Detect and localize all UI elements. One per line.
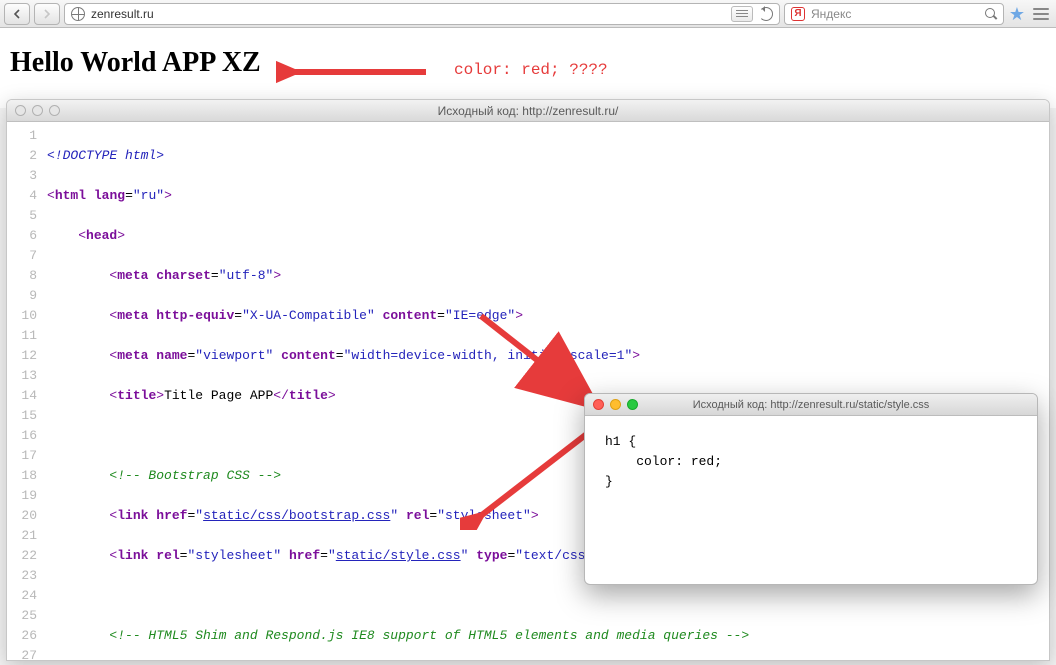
line-number: 7	[7, 246, 37, 266]
line-number: 6	[7, 226, 37, 246]
line-number: 4	[7, 186, 37, 206]
line-number: 10	[7, 306, 37, 326]
bookmark-star-icon[interactable]: ★	[1008, 5, 1026, 23]
line-number: 15	[7, 406, 37, 426]
zoom-icon[interactable]	[49, 105, 60, 116]
line-number: 14	[7, 386, 37, 406]
line-number: 1	[7, 126, 37, 146]
css-source-body: h1 { color: red; }	[585, 416, 1037, 508]
yandex-icon: Я	[791, 7, 805, 21]
css-source-titlebar[interactable]: Исходный код: http://zenresult.ru/static…	[585, 394, 1037, 416]
close-icon[interactable]	[15, 105, 26, 116]
line-number: 26	[7, 626, 37, 646]
line-number: 27	[7, 646, 37, 660]
reload-icon[interactable]	[759, 7, 773, 21]
css-source-window: Исходный код: http://zenresult.ru/static…	[584, 393, 1038, 585]
line-number: 3	[7, 166, 37, 186]
window-controls[interactable]	[585, 399, 638, 410]
address-bar[interactable]: zenresult.ru	[64, 3, 780, 25]
address-text: zenresult.ru	[91, 7, 725, 21]
line-number: 18	[7, 466, 37, 486]
line-gutter: 1234567891011121314151617181920212223242…	[7, 122, 47, 660]
css-source-title: Исходный код: http://zenresult.ru/static…	[585, 399, 1037, 411]
search-bar[interactable]: Я Яндекс	[784, 3, 1004, 25]
view-source-titlebar[interactable]: Исходный код: http://zenresult.ru/	[7, 100, 1049, 122]
line-number: 12	[7, 346, 37, 366]
line-number: 9	[7, 286, 37, 306]
line-number: 16	[7, 426, 37, 446]
minimize-icon[interactable]	[610, 399, 621, 410]
line-number: 5	[7, 206, 37, 226]
line-number: 20	[7, 506, 37, 526]
line-number: 19	[7, 486, 37, 506]
search-icon	[985, 8, 997, 20]
back-button[interactable]	[4, 3, 30, 25]
line-number: 21	[7, 526, 37, 546]
view-source-title: Исходный код: http://zenresult.ru/	[7, 104, 1049, 118]
window-controls[interactable]	[7, 105, 60, 116]
forward-button[interactable]	[34, 3, 60, 25]
line-number: 2	[7, 146, 37, 166]
code-line: <!DOCTYPE html>	[47, 148, 164, 163]
browser-toolbar: zenresult.ru Я Яндекс ★	[0, 0, 1056, 28]
close-icon[interactable]	[593, 399, 604, 410]
line-number: 24	[7, 586, 37, 606]
line-number: 22	[7, 546, 37, 566]
line-number: 17	[7, 446, 37, 466]
zoom-icon[interactable]	[627, 399, 638, 410]
search-placeholder: Яндекс	[811, 7, 979, 21]
menu-icon[interactable]	[1030, 5, 1052, 23]
line-number: 23	[7, 566, 37, 586]
line-number: 25	[7, 606, 37, 626]
line-number: 13	[7, 366, 37, 386]
annotation-text: color: red; ????	[454, 62, 608, 78]
minimize-icon[interactable]	[32, 105, 43, 116]
globe-icon	[71, 7, 85, 21]
reader-mode-icon[interactable]	[731, 6, 753, 22]
line-number: 8	[7, 266, 37, 286]
line-number: 11	[7, 326, 37, 346]
